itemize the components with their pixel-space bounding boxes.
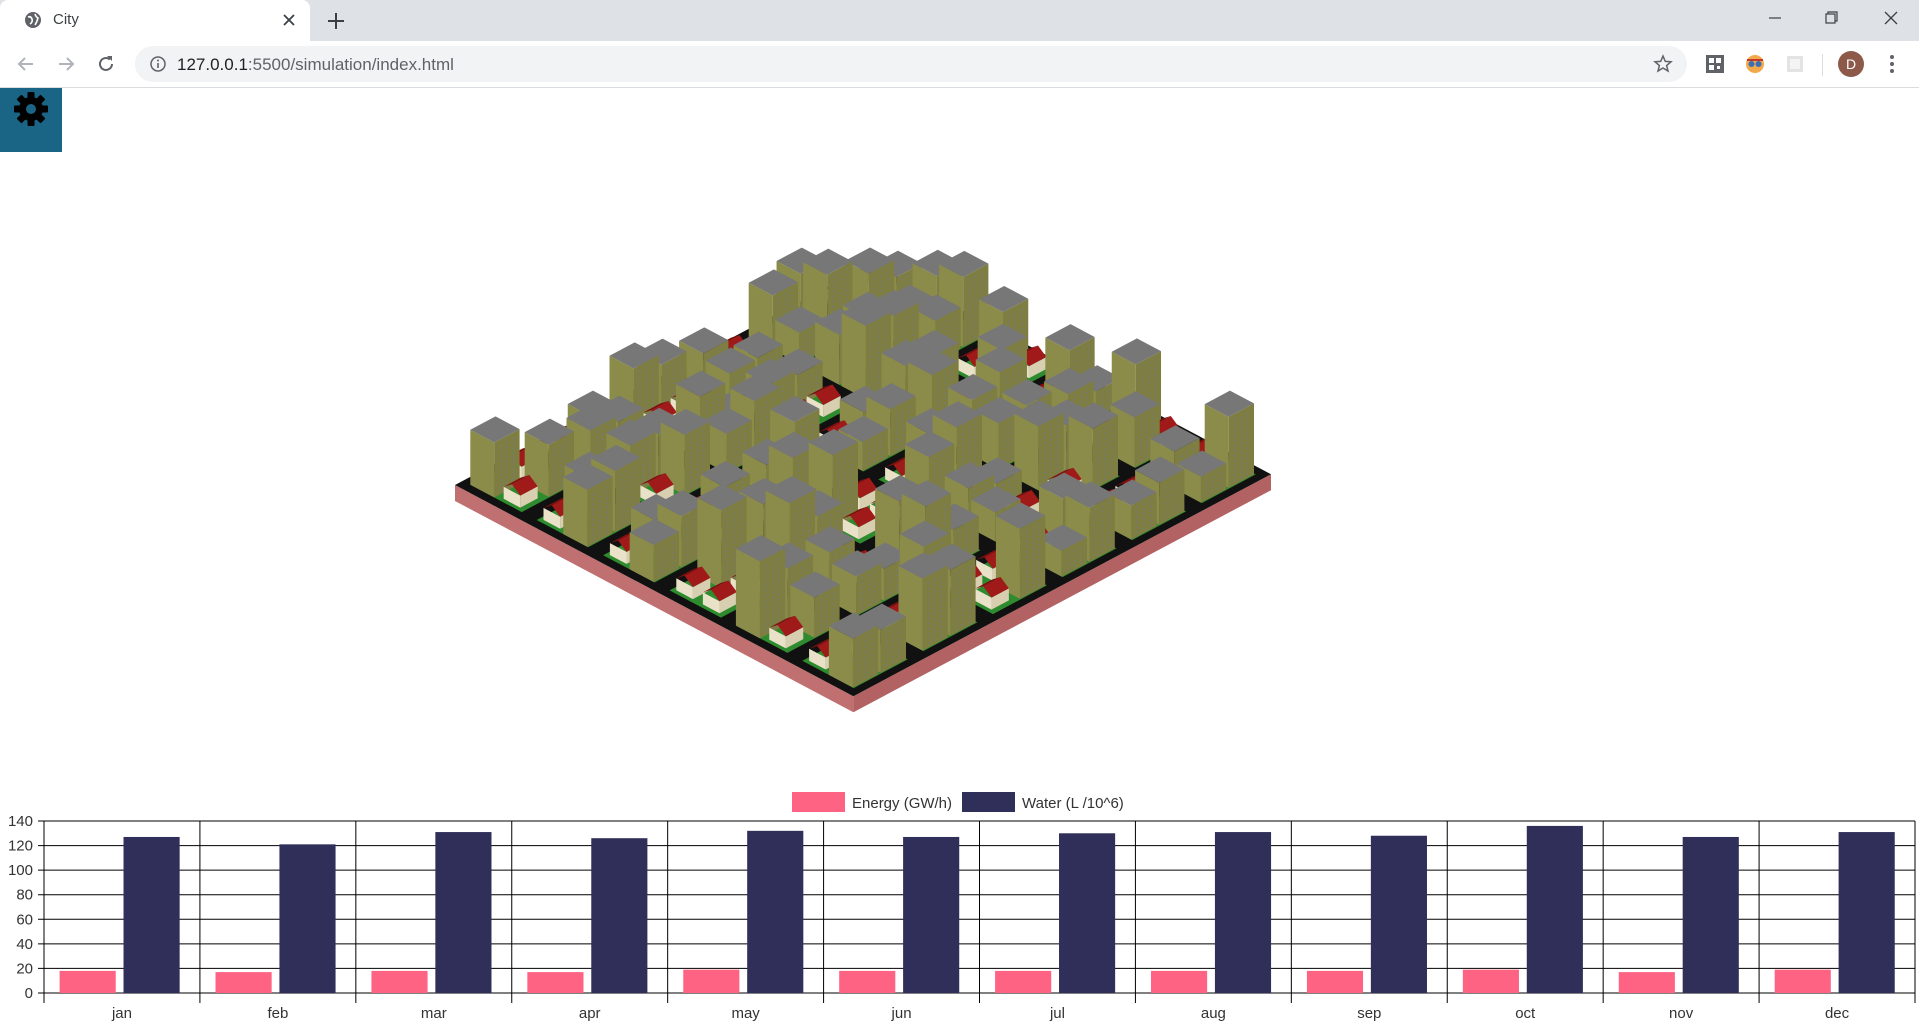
- page-viewport: Energy (GW/h) Water (L /10^6) 0 20 40 60 80 100…: [0, 88, 1919, 1028]
- x-category-label: jun: [891, 1005, 912, 1022]
- x-category-label: apr: [579, 1005, 601, 1022]
- globe-icon: [25, 12, 41, 28]
- bar-water-dec[interactable]: [1838, 832, 1895, 993]
- bar-energy-nov[interactable]: [1618, 972, 1675, 993]
- x-category-label: sep: [1357, 1005, 1381, 1022]
- legend-label-0: Energy (GW/h): [852, 795, 952, 812]
- bar-energy-oct[interactable]: [1462, 969, 1519, 993]
- url-path: :5500/simulation/index.html: [247, 55, 454, 74]
- x-category-label: jul: [1049, 1005, 1065, 1022]
- y-tick-label: 60: [16, 911, 33, 928]
- bar-water-nov[interactable]: [1682, 836, 1739, 993]
- bar-water-feb[interactable]: [279, 844, 336, 993]
- x-category-label: may: [731, 1005, 760, 1022]
- y-tick-label: 120: [8, 838, 33, 855]
- minimize-icon[interactable]: [1747, 0, 1803, 36]
- legend-swatch-1: [962, 792, 1015, 812]
- x-category-label: feb: [267, 1005, 288, 1022]
- reload-icon[interactable]: [93, 51, 119, 77]
- y-tick-label: 100: [8, 862, 33, 879]
- bar-water-mar[interactable]: [435, 832, 492, 993]
- x-category-label: jan: [111, 1005, 132, 1022]
- profile-avatar[interactable]: D: [1838, 51, 1864, 77]
- bar-energy-feb[interactable]: [215, 972, 272, 993]
- bar-energy-jul[interactable]: [995, 970, 1052, 993]
- extension-placeholder-icon[interactable]: [1783, 52, 1807, 76]
- bar-water-apr[interactable]: [591, 838, 648, 993]
- x-category-label: oct: [1515, 1005, 1536, 1022]
- new-tab-icon[interactable]: [324, 9, 348, 33]
- bar-water-jun[interactable]: [903, 836, 960, 993]
- bar-water-sep[interactable]: [1370, 835, 1427, 993]
- bar-water-oct[interactable]: [1526, 825, 1583, 993]
- y-tick-label: 0: [25, 985, 33, 1002]
- address-bar[interactable]: 127.0.0.1:5500/simulation/index.html: [135, 46, 1687, 82]
- bar-energy-jun[interactable]: [839, 970, 896, 993]
- restore-icon[interactable]: [1803, 0, 1859, 36]
- bar-energy-mar[interactable]: [371, 970, 428, 993]
- x-category-label: mar: [421, 1005, 447, 1022]
- url-host: 127.0.0.1: [177, 55, 248, 74]
- bar-energy-apr[interactable]: [527, 972, 584, 993]
- bookmark-star-icon[interactable]: [1653, 54, 1673, 74]
- close-icon[interactable]: [280, 11, 298, 29]
- legend-label-1: Water (L /10^6): [1022, 795, 1124, 812]
- menu-dots-icon[interactable]: [1880, 51, 1904, 77]
- toolbar-separator: [1822, 54, 1823, 76]
- tab-title: City: [53, 11, 79, 28]
- bar-water-may[interactable]: [747, 830, 804, 993]
- bar-water-jan[interactable]: [123, 836, 180, 993]
- bar-water-aug[interactable]: [1214, 832, 1272, 993]
- x-category-label: nov: [1669, 1005, 1694, 1022]
- info-icon[interactable]: [149, 55, 167, 73]
- browser-tab[interactable]: City: [0, 0, 310, 41]
- bar-energy-may[interactable]: [683, 969, 740, 993]
- y-tick-label: 140: [8, 813, 33, 830]
- tab-strip: City: [0, 0, 1919, 41]
- y-tick-label: 20: [16, 960, 33, 977]
- qr-extension-icon[interactable]: [1703, 52, 1727, 76]
- y-tick-label: 40: [16, 936, 33, 953]
- close-window-icon[interactable]: [1863, 0, 1919, 36]
- monthly-consumption-chart: Energy (GW/h) Water (L /10^6) 0 20 40 60 80 100…: [8, 792, 1916, 1022]
- forward-icon[interactable]: [53, 51, 79, 77]
- bar-energy-aug[interactable]: [1151, 970, 1208, 993]
- url-text: 127.0.0.1:5500/simulation/index.html: [177, 55, 454, 75]
- spy-extension-icon[interactable]: [1743, 52, 1767, 76]
- bar-water-jul[interactable]: [1059, 833, 1116, 993]
- x-category-label: aug: [1201, 1005, 1226, 1022]
- legend-swatch-0: [792, 792, 845, 812]
- bar-energy-sep[interactable]: [1306, 970, 1364, 993]
- x-category-label: dec: [1825, 1005, 1850, 1022]
- y-tick-label: 80: [16, 887, 33, 904]
- bar-energy-dec[interactable]: [1774, 969, 1831, 993]
- browser-toolbar: 127.0.0.1:5500/simulation/index.html D: [0, 41, 1919, 88]
- back-icon[interactable]: [13, 51, 39, 77]
- bar-energy-jan[interactable]: [59, 970, 116, 993]
